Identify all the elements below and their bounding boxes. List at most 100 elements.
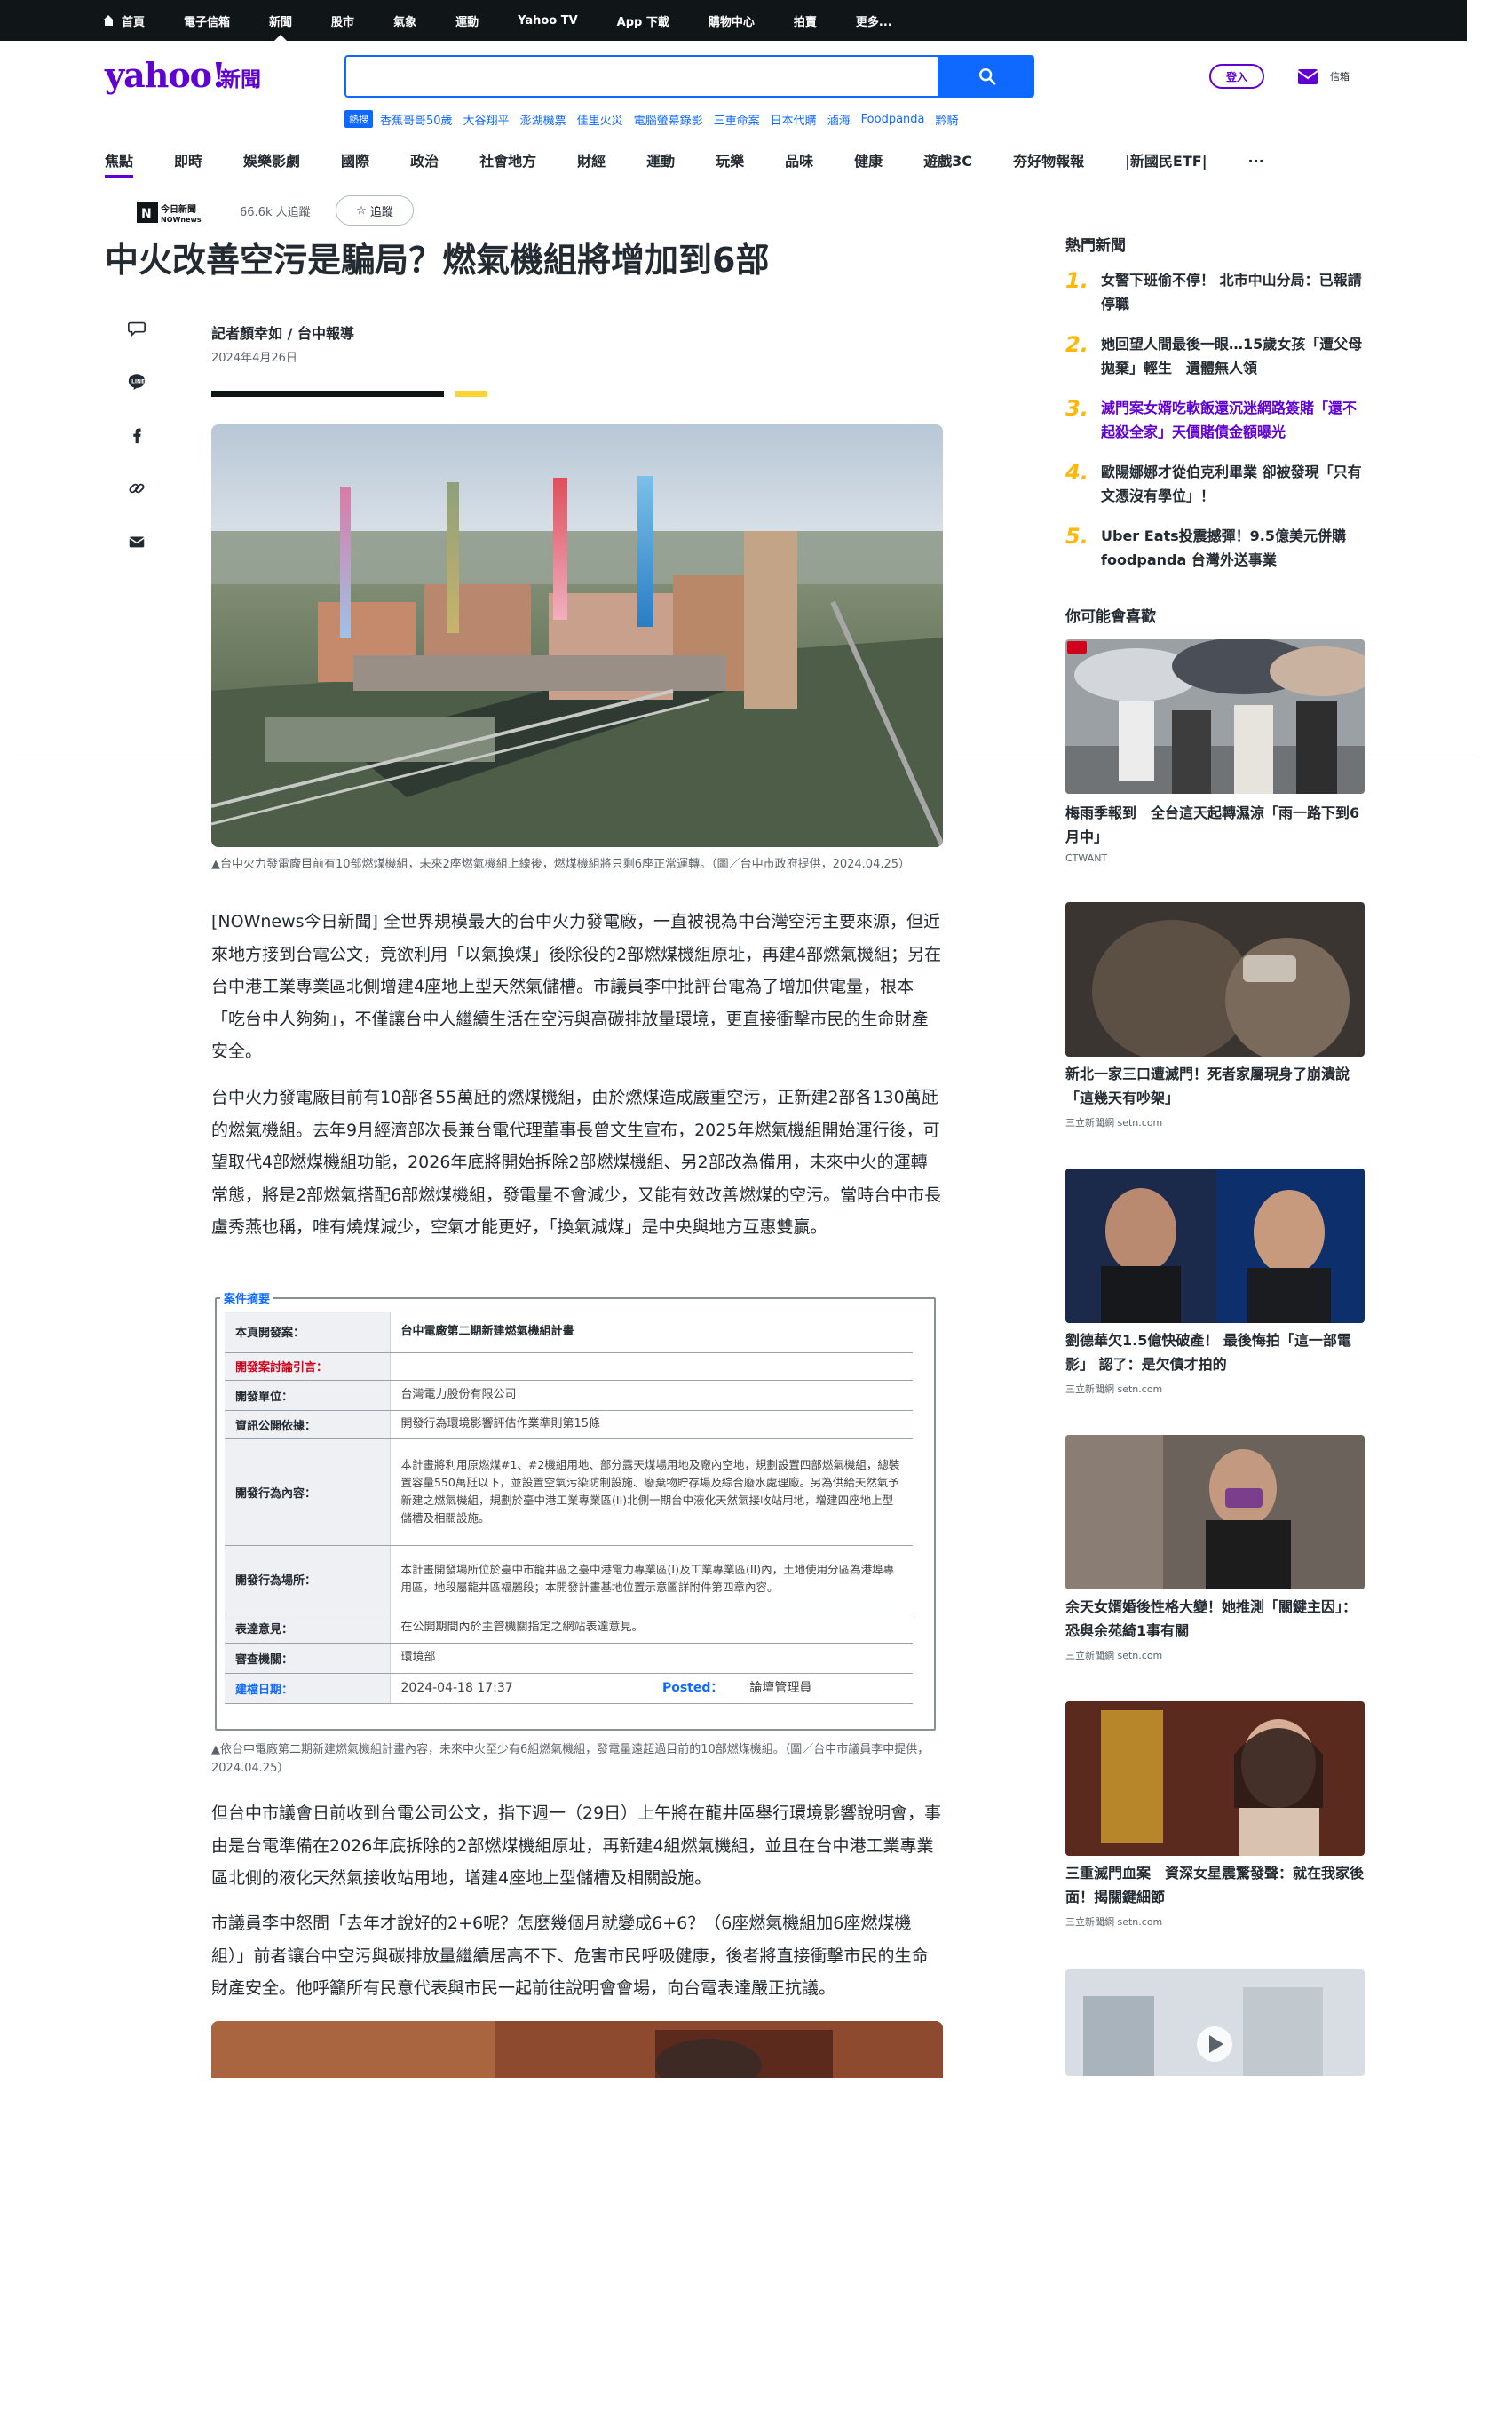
table-value: 台灣電力股份有限公司 xyxy=(390,1380,913,1411)
topnav-stock[interactable]: 股市 xyxy=(331,0,354,41)
trending-item[interactable]: 電腦螢幕錄影 xyxy=(634,111,703,128)
news-photo xyxy=(1065,902,1365,1057)
hot-news-title: 熱門新聞 xyxy=(1065,237,1126,255)
follow-label: 追蹤 xyxy=(369,205,393,219)
cat-world[interactable]: 國際 xyxy=(341,149,369,170)
article-headline: 中火改善空污是騙局？燃氣機組將增加到6部 xyxy=(105,241,770,280)
topnav-sports[interactable]: 運動 xyxy=(455,0,479,41)
cat-more[interactable]: ... xyxy=(1248,149,1264,170)
recommend-headline[interactable]: 三重滅門血案 資深女星震驚發聲：就在我家後面！揭關鍵細節 xyxy=(1065,1861,1365,1909)
search-button[interactable] xyxy=(939,55,1034,98)
recommend-headline[interactable]: 梅雨季報到 全台這天起轉濕涼「雨一路下到6月中」 xyxy=(1065,801,1365,849)
recommend-image[interactable] xyxy=(1065,1435,1365,1589)
topnav-home[interactable]: 首頁 xyxy=(103,0,145,41)
topnav-weather[interactable]: 氣象 xyxy=(393,0,416,41)
cat-society[interactable]: 社會地方 xyxy=(479,149,536,170)
cat-entertainment[interactable]: 娛樂影劇 xyxy=(243,149,300,170)
table-key: 開發行為內容： xyxy=(225,1438,391,1546)
publisher-logo[interactable]: N 今日新聞 NOWnews xyxy=(137,199,204,226)
hot-news-item[interactable]: 3. 滅門案女婿吃軟飯還沉迷網路簽賭「還不起殺全家」天價賭債金額曝光 xyxy=(1065,396,1367,444)
topnav-shopping[interactable]: 購物中心 xyxy=(709,0,755,41)
search-input[interactable] xyxy=(346,57,938,96)
logo-news-label[interactable]: 新聞 xyxy=(220,62,261,92)
divider-bar xyxy=(211,391,444,397)
recommend-image[interactable] xyxy=(1065,639,1365,794)
cat-games-3c[interactable]: 遊戲3C xyxy=(923,149,972,170)
figure-label: 案件摘要 xyxy=(220,1289,274,1306)
cat-sports[interactable]: 運動 xyxy=(646,149,675,170)
trending-item[interactable]: 澎湖機票 xyxy=(520,111,566,128)
recommend-headline[interactable]: 劉德華欠1.5億快破產！ 最後悔拍「這一部電影」 認了：是欠債才拍的 xyxy=(1065,1328,1365,1376)
cat-latest[interactable]: 即時 xyxy=(174,149,202,170)
comment-icon xyxy=(128,321,146,337)
svg-text:NOWnews: NOWnews xyxy=(161,216,202,224)
yahoo-logo[interactable]: yahoo! xyxy=(105,55,226,96)
line-icon: LINE xyxy=(128,374,146,391)
recommend-image[interactable] xyxy=(1065,902,1365,1057)
trending-item[interactable]: 黔騎 xyxy=(936,111,959,128)
eia-summary-figure[interactable]: 案件摘要 本頁開發案： 台中電廠第二期新建燃氣機組計畫 開發案討論引言： 開發單位… xyxy=(211,1289,939,1732)
topnav-more[interactable]: 更多... xyxy=(856,0,892,41)
cat-politics[interactable]: 政治 xyxy=(410,149,439,170)
trending-searches: 熱搜 香蕉哥哥50歲 大谷翔平 澎湖機票 佳里火災 電腦螢幕錄影 三重命案 日本… xyxy=(344,110,970,128)
link-icon xyxy=(129,483,145,494)
table-value: 環境部 xyxy=(390,1643,913,1674)
table-value: 本計畫將利用原燃煤#1、#2機組用地、部分露天煤場用地及廠內空地，規劃設置四部燃… xyxy=(390,1438,913,1546)
recommend-image[interactable] xyxy=(1065,1701,1365,1856)
copy-link-button[interactable] xyxy=(124,476,149,501)
rank-number: 4. xyxy=(1065,460,1088,485)
facebook-share-button[interactable] xyxy=(124,423,149,448)
hospital-video-thumbnail xyxy=(1065,1969,1365,2076)
svg-text:LINE: LINE xyxy=(131,378,145,384)
hot-news-item[interactable]: 5. Uber Eats投震撼彈！9.5億美元併購foodpanda 台灣外送事… xyxy=(1065,524,1367,572)
rank-number: 1. xyxy=(1065,268,1088,293)
trending-item[interactable]: 滷海 xyxy=(827,111,851,128)
login-button[interactable]: 登入 xyxy=(1209,64,1264,89)
hot-news-item[interactable]: 4. 歐陽娜娜才從伯克利畢業 卻被發現「只有文憑沒有學位」！ xyxy=(1065,460,1367,508)
trending-item[interactable]: 佳里火災 xyxy=(577,111,623,128)
recommend-headline[interactable]: 新北一家三口遭滅門！死者家屬現身了崩潰說「這幾天有吵架」 xyxy=(1065,1062,1365,1110)
article-paragraph: [NOWnews今日新聞] 全世界規模最大的台中火力發電廠，一直被視為中台灣空污… xyxy=(211,912,942,1061)
eia-summary-table: 本頁開發案： 台中電廠第二期新建燃氣機組計畫 開發案討論引言： 開發單位： 台灣電力… xyxy=(225,1312,913,1704)
recommend-headline[interactable]: 余天女婿婚後性格大變！她推測「關鍵主因」：恐與余苑綺1事有關 xyxy=(1065,1595,1365,1643)
email-share-button[interactable] xyxy=(124,529,149,554)
svg-text:N: N xyxy=(141,207,152,221)
cat-travel[interactable]: 玩樂 xyxy=(716,149,744,170)
posted-label: Posted： xyxy=(661,1681,724,1695)
recommend-source: 三立新聞網 setn.com xyxy=(1065,1383,1163,1395)
recommend-image[interactable] xyxy=(1065,1169,1365,1323)
follow-button[interactable]: ☆ 追蹤 xyxy=(336,195,414,226)
recommend-image[interactable] xyxy=(1065,1969,1365,2076)
cat-health[interactable]: 健康 xyxy=(854,149,883,170)
hero-image[interactable] xyxy=(211,424,943,847)
recommend-source: 三立新聞網 setn.com xyxy=(1065,1650,1163,1661)
table-value xyxy=(390,1352,913,1381)
topnav-app-download[interactable]: App 下載 xyxy=(617,0,669,41)
cat-deals[interactable]: 夯好物報報 xyxy=(1013,149,1084,170)
line-share-button[interactable]: LINE xyxy=(124,369,149,394)
cat-focus[interactable]: 焦點 xyxy=(105,149,134,178)
hot-news-item[interactable]: 1. 女警下班偷不停！ 北市中山分局：已報請停職 xyxy=(1065,268,1367,316)
topnav-news[interactable]: 新聞 xyxy=(269,0,292,41)
email-icon xyxy=(129,536,145,548)
topnav-yahoo-tv[interactable]: Yahoo TV xyxy=(518,0,578,41)
comment-button[interactable] xyxy=(124,316,149,341)
cat-style[interactable]: 品味 xyxy=(785,149,813,170)
mail-icon[interactable] xyxy=(1296,64,1319,87)
recommend-title: 你可能會喜歡 xyxy=(1065,608,1156,626)
trending-item[interactable]: 大谷翔平 xyxy=(463,111,510,128)
article-image[interactable] xyxy=(211,2021,943,2078)
cat-etf[interactable]: |新國民ETF| xyxy=(1125,149,1207,170)
hot-news-title-text: Uber Eats投震撼彈！9.5億美元併購foodpanda 台灣外送事業 xyxy=(1101,527,1347,568)
star-icon: ☆ xyxy=(356,203,367,218)
topnav-auction[interactable]: 拍賣 xyxy=(794,0,817,41)
trending-item[interactable]: 日本代購 xyxy=(771,111,817,128)
rank-number: 2. xyxy=(1065,332,1088,357)
trending-item[interactable]: 三重命案 xyxy=(714,111,760,128)
hot-news-item[interactable]: 2. 她回望人間最後一眼…15歲女孩「遭父母拋棄」輕生 遺體無人領 xyxy=(1065,332,1367,380)
trending-item[interactable]: Foodpanda xyxy=(861,113,925,126)
mail-label[interactable]: 信箱 xyxy=(1330,69,1350,83)
cat-finance[interactable]: 財經 xyxy=(577,149,606,170)
topnav-mail[interactable]: 電子信箱 xyxy=(184,0,230,41)
trending-item[interactable]: 香蕉哥哥50歲 xyxy=(380,111,453,128)
